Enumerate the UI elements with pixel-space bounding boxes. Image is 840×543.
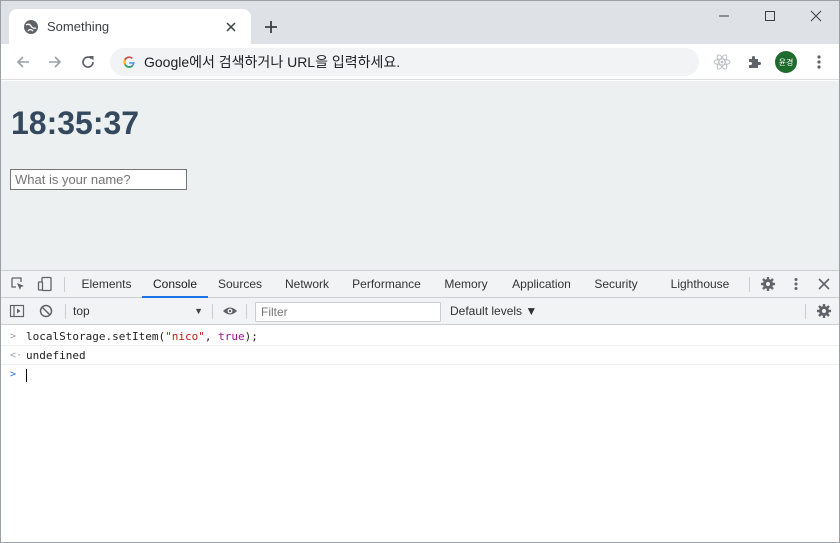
tab-application[interactable]: Application: [501, 271, 582, 298]
prompt-chevron-icon: >: [10, 369, 17, 380]
text-cursor: [26, 369, 27, 382]
live-expression-eye-icon[interactable]: [222, 303, 238, 319]
tab-memory[interactable]: Memory: [431, 271, 501, 298]
new-tab-icon[interactable]: [259, 15, 283, 39]
page-viewport: 18:35:37 What is your name?: [1, 81, 839, 270]
context-select[interactable]: top ▼: [73, 298, 207, 325]
tab-lighthouse[interactable]: Lighthouse: [650, 271, 750, 298]
input-chevron-icon: >: [10, 331, 17, 342]
console-filter-input[interactable]: Filter: [255, 302, 441, 322]
clear-console-icon[interactable]: [38, 303, 54, 319]
kebab-menu-icon[interactable]: [807, 50, 831, 74]
google-g-icon: [121, 54, 137, 70]
name-input-placeholder: What is your name?: [15, 172, 131, 187]
tab-strip: Something: [1, 1, 839, 44]
tab-security[interactable]: Security: [582, 271, 650, 298]
console-filter-bar: top ▼ Filter Default levels ▼: [1, 298, 839, 325]
context-select-value: top: [73, 304, 90, 318]
tab-elements[interactable]: Elements: [71, 271, 142, 298]
console-settings-gear-icon[interactable]: [816, 303, 832, 319]
react-devtools-icon[interactable]: [710, 50, 734, 74]
browser-toolbar: Google에서 검색하거나 URL을 입력하세요. 윤경: [1, 44, 839, 80]
settings-gear-icon[interactable]: [760, 276, 776, 292]
console-output: > localStorage.setItem("nico", true); <·…: [1, 325, 839, 542]
devtools-tab-bar: Elements Console Sources Network Perform…: [1, 271, 839, 298]
maximize-icon[interactable]: [747, 1, 793, 31]
profile-avatar[interactable]: 윤경: [775, 51, 797, 73]
tab-network[interactable]: Network: [272, 271, 342, 298]
toolbar-divider: [65, 304, 66, 319]
log-levels-dropdown[interactable]: Default levels ▼: [450, 298, 537, 325]
console-sidebar-icon[interactable]: [9, 303, 25, 319]
result-arrow-icon: <·: [10, 350, 23, 361]
browser-tab[interactable]: Something: [9, 9, 251, 44]
tab-performance[interactable]: Performance: [342, 271, 431, 298]
command-separator: ,: [204, 330, 219, 343]
command-bool-arg: true: [218, 330, 245, 343]
back-arrow-icon[interactable]: [11, 50, 35, 74]
command-suffix: );: [244, 330, 258, 343]
tab-title: Something: [47, 19, 110, 34]
console-command: localStorage.setItem("nico", true);: [26, 327, 258, 346]
command-prefix: localStorage.setItem(: [26, 330, 166, 343]
tab-console[interactable]: Console: [142, 271, 208, 298]
close-window-icon[interactable]: [793, 1, 839, 31]
console-result: undefined: [26, 349, 86, 362]
toolbar-divider: [749, 277, 750, 292]
name-input[interactable]: What is your name?: [10, 169, 187, 190]
close-tab-icon[interactable]: [221, 17, 241, 37]
command-string-arg: "nico": [165, 330, 205, 343]
omnibox-placeholder: Google에서 검색하거나 URL을 입력하세요.: [144, 54, 401, 70]
extensions-puzzle-icon[interactable]: [742, 50, 766, 74]
reload-icon[interactable]: [76, 50, 100, 74]
toolbar-divider: [805, 304, 806, 319]
globe-icon: [23, 19, 39, 35]
console-input-line: > localStorage.setItem("nico", true);: [1, 327, 839, 346]
forward-arrow-icon[interactable]: [43, 50, 67, 74]
caret-down-icon: ▼: [194, 306, 203, 316]
tab-sources[interactable]: Sources: [208, 271, 272, 298]
toolbar-divider: [64, 277, 65, 292]
filter-placeholder: Filter: [261, 305, 288, 319]
close-devtools-icon[interactable]: [816, 276, 832, 292]
address-bar[interactable]: Google에서 검색하거나 URL을 입력하세요.: [110, 48, 699, 76]
inspect-element-icon[interactable]: [10, 276, 26, 292]
console-result-line: <· undefined: [1, 346, 839, 365]
console-prompt[interactable]: >: [1, 365, 839, 384]
browser-window: Something Google에서 검색하거나 URL을 입력하세요. 윤경 …: [0, 0, 840, 543]
clock-heading: 18:35:37: [11, 105, 140, 141]
minimize-icon[interactable]: [701, 1, 747, 31]
toolbar-divider: [212, 304, 213, 319]
device-toolbar-icon[interactable]: [37, 276, 53, 292]
toolbar-divider: [246, 304, 247, 319]
devtools-panel: Elements Console Sources Network Perform…: [1, 270, 839, 542]
devtools-more-icon[interactable]: [788, 276, 804, 292]
